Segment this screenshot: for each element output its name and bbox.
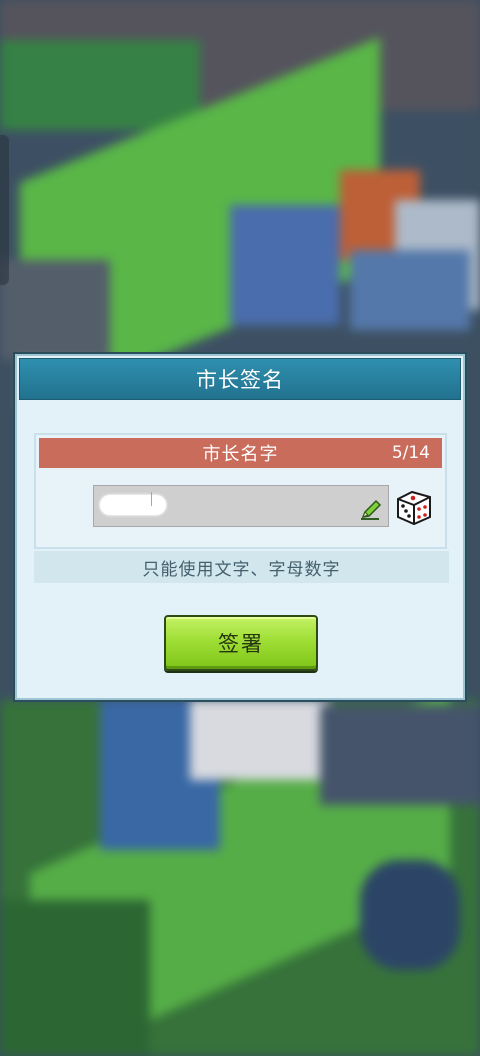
mayor-name-value <box>94 486 95 487</box>
mayor-name-input[interactable] <box>93 485 389 527</box>
sign-button-label: 签署 <box>218 632 264 656</box>
dice-icon[interactable] <box>394 487 434 527</box>
mayor-signature-dialog: 市长签名 市长名字 5/14 只能使用文字、字母数字 签署 <box>13 352 467 702</box>
text-caret <box>151 492 152 506</box>
sign-button[interactable]: 签署 <box>164 615 318 671</box>
name-length-counter: 5/14 <box>391 443 430 463</box>
input-hint-bar: 只能使用文字、字母数字 <box>34 551 449 583</box>
mayor-name-header: 市长名字 5/14 <box>39 438 442 468</box>
dialog-header: 市长签名 <box>19 358 461 400</box>
dialog-title: 市长签名 <box>196 368 284 392</box>
mayor-name-card: 市长名字 5/14 <box>34 433 447 549</box>
input-hint: 只能使用文字、字母数字 <box>142 559 341 580</box>
pencil-icon[interactable] <box>359 498 383 522</box>
redacted-name-mask <box>100 495 166 515</box>
side-drawer-handle[interactable] <box>0 135 9 285</box>
mayor-name-title: 市长名字 <box>202 444 279 465</box>
